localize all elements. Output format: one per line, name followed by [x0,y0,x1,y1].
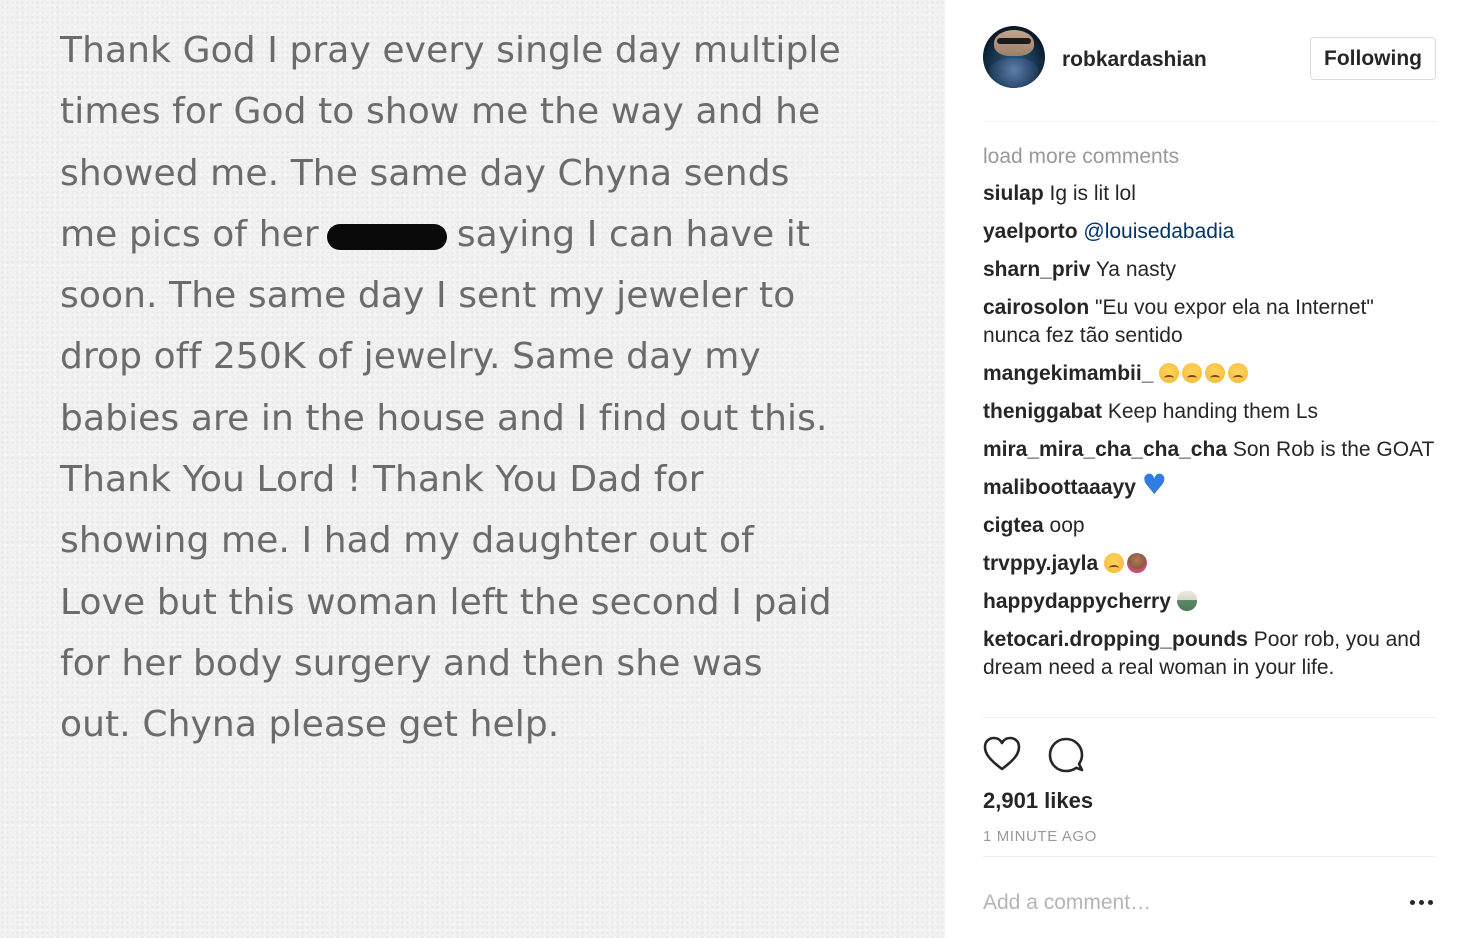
like-heart-icon[interactable] [983,736,1021,772]
load-more-comments-link[interactable]: load more comments [983,142,1436,180]
avatar-shirt [989,58,1039,88]
comment-bubble-icon[interactable] [1047,736,1085,774]
blue-heart-icon [1142,471,1167,499]
note-line: Thank God I pray every single day multip… [60,30,841,71]
more-options-icon[interactable] [1408,894,1436,912]
add-comment-row [983,886,1436,920]
actions-section: 2,901 likes 1 MINUTE AGO [983,717,1436,857]
post-image: Thank God I pray every single day multip… [0,0,945,938]
note-line: showed me. The same day Chyna sends [60,152,790,194]
comment-mention-link[interactable]: @louisedabadia [1083,220,1234,243]
note-text: Thank God I pray every single day multip… [60,20,920,756]
note-line: for her body surgery and then she was [60,642,763,684]
username-link[interactable]: robkardashian [1062,48,1207,72]
comment-username[interactable]: cigtea [983,514,1044,537]
crying-face-icon [1228,363,1249,383]
comment-item: theniggabat Keep handing them Ls [983,398,1436,426]
comment-username[interactable]: mira_mira_cha_cha_cha [983,438,1227,461]
comment-item: cigtea oop [983,512,1436,540]
note-line-part: saying I can have it [456,213,811,255]
comment-text: Ig is lit lol [1049,182,1136,205]
comment-item: trvppy.jayla [983,550,1436,578]
note-line: Love but this woman left the second I pa… [60,581,832,623]
comment-item: happydappycherry [983,588,1436,616]
comment-username[interactable]: cairosolon [983,296,1089,319]
comment-username[interactable]: maliboottaaayy [983,476,1136,499]
post-header: robkardashian Following [983,22,1436,122]
comment-item: siulap Ig is lit lol [983,180,1436,208]
comment-item: sharn_priv Ya nasty [983,256,1436,284]
comment-text: oop [1049,514,1085,537]
avatar-glasses [997,38,1031,44]
comment-item: cairosolon "Eu vou expor ela na Internet… [983,294,1436,350]
comment-username[interactable]: mangekimambii_ [983,362,1153,385]
post-timestamp: 1 MINUTE AGO [983,828,1097,845]
following-button[interactable]: Following [1310,37,1436,80]
note-line: soon. The same day I sent my jeweler to [60,275,796,317]
comment-text: Ya nasty [1095,258,1177,281]
comment-username[interactable]: trvppy.jayla [983,552,1098,575]
likes-count[interactable]: 2,901 likes [983,788,1093,814]
comment-item: maliboottaaayy [983,471,1436,502]
avatar[interactable] [983,26,1045,88]
comment-username[interactable]: yaelporto [983,220,1078,243]
crying-face-icon [1182,363,1203,383]
comment-username[interactable]: theniggabat [983,400,1102,423]
comment-username[interactable]: siulap [983,182,1044,205]
note-line: me pics of her saying I can have it [60,204,920,265]
comment-item: mangekimambii_ [983,360,1436,388]
comment-username[interactable]: happydappycherry [983,590,1171,613]
comment-item: yaelporto @louisedabadia [983,218,1436,246]
note-line: out. Chyna please get help. [60,704,560,746]
comment-username[interactable]: ketocari.dropping_pounds [983,628,1248,651]
comment-item: ketocari.dropping_pounds Poor rob, you a… [983,626,1436,682]
crying-face-icon [1159,363,1180,383]
add-comment-input[interactable] [983,886,1383,920]
comments-list: load more comments siulap Ig is lit lol ya… [983,142,1436,692]
note-line: babies are in the house and I find out t… [60,397,828,439]
censor-bar [326,223,447,250]
note-line: drop off 250K of jewelry. Same day my [60,336,761,378]
comment-text: Keep handing them Ls [1107,400,1318,423]
crying-face-icon [1205,363,1226,383]
post-side-panel: robkardashian Following load more commen… [945,0,1470,938]
person-facepalming-icon [1127,553,1148,573]
note-line-part: me pics of her [60,213,319,255]
note-line: times for God to show me the way and he [60,91,821,133]
bowl-icon [1176,591,1197,611]
comment-text: Son Rob is the GOAT [1232,438,1435,461]
loudly-crying-face-icon [1104,553,1125,573]
note-line: Thank You Lord ! Thank You Dad for [60,459,704,501]
comment-username[interactable]: sharn_priv [983,258,1090,281]
comment-item: mira_mira_cha_cha_cha Son Rob is the GOA… [983,436,1436,464]
note-line: showing me. I had my daughter out of [60,520,754,562]
